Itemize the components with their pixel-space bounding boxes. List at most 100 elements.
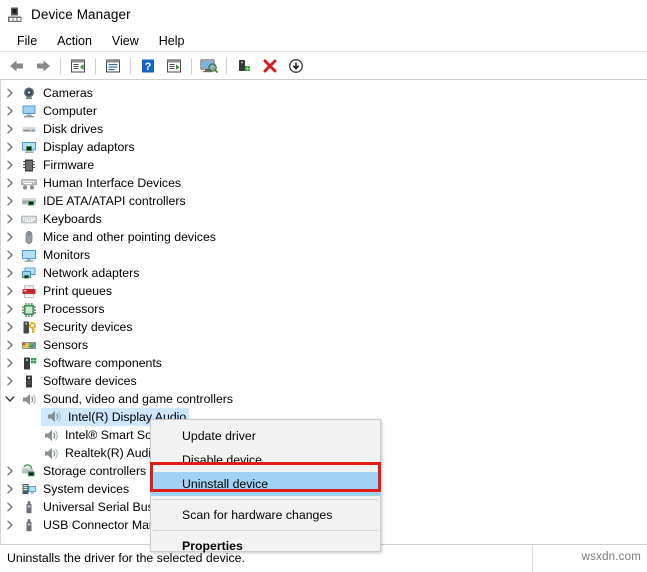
tree-item-content: Sensors xyxy=(19,338,88,353)
system-device-icon xyxy=(19,482,39,497)
tree-item[interactable]: Cameras xyxy=(1,84,647,102)
tree-item-label: Disk drives xyxy=(43,122,104,136)
keyboard-icon xyxy=(19,212,39,227)
speaker-icon xyxy=(41,428,61,443)
tree-item[interactable]: Firmware xyxy=(1,156,647,174)
tree-item-label: Human Interface Devices xyxy=(43,176,182,190)
tree-item-label: Keyboards xyxy=(43,212,102,226)
chevron-right-icon[interactable] xyxy=(1,502,19,512)
context-menu-separator-2 xyxy=(153,530,378,531)
device-view-button[interactable] xyxy=(162,55,186,77)
tree-item[interactable]: Sound, video and game controllers xyxy=(1,390,647,408)
tree-item-label: Firmware xyxy=(43,158,95,172)
chevron-right-icon[interactable] xyxy=(1,196,19,206)
toolbar-divider-5 xyxy=(226,57,227,74)
chevron-right-icon[interactable] xyxy=(1,358,19,368)
tree-item-label: Sensors xyxy=(43,338,89,352)
chevron-right-icon[interactable] xyxy=(1,520,19,530)
context-menu-item-uninstall-device[interactable]: Uninstall device xyxy=(151,472,380,496)
tree-item-content: Print queues xyxy=(19,284,112,299)
menu-item-file[interactable]: File xyxy=(8,32,48,50)
tree-item-label: System devices xyxy=(43,482,130,496)
tree-item[interactable]: Print queues xyxy=(1,282,647,300)
tree-item-content: Sound, video and game controllers xyxy=(19,392,233,407)
tree-item-content: Realtek(R) Audio xyxy=(41,446,158,461)
chevron-down-icon[interactable] xyxy=(1,395,19,403)
tree-item-label: Computer xyxy=(43,104,97,118)
chevron-right-icon[interactable] xyxy=(1,250,19,260)
tree-item-content: Software components xyxy=(19,356,162,371)
tree-item-content: Firmware xyxy=(19,158,94,173)
chevron-right-icon[interactable] xyxy=(1,124,19,134)
tree-item-label: Cameras xyxy=(43,86,93,100)
uninstall-device-button[interactable] xyxy=(258,55,282,77)
tree-item-label: Processors xyxy=(43,302,105,316)
chevron-right-icon[interactable] xyxy=(1,178,19,188)
scan-for-hardware-changes-button[interactable] xyxy=(197,55,221,77)
ide-controller-icon xyxy=(19,194,39,209)
sound-controller-icon xyxy=(19,392,39,407)
tree-item[interactable]: Software devices xyxy=(1,372,647,390)
disk-drive-icon xyxy=(19,122,39,137)
processor-icon xyxy=(19,302,39,317)
software-component-icon xyxy=(19,356,39,371)
watermark: wsxdn.com xyxy=(581,551,641,563)
title-bar: Device Manager xyxy=(0,0,647,29)
chevron-right-icon[interactable] xyxy=(1,286,19,296)
show-hidden-devices-button[interactable] xyxy=(66,55,90,77)
update-driver-button[interactable] xyxy=(232,55,256,77)
toolbar-divider-1 xyxy=(60,57,61,74)
computer-icon xyxy=(19,104,39,119)
context-menu-item-properties[interactable]: Properties xyxy=(151,534,380,558)
tree-item-label: Network adapters xyxy=(43,266,140,280)
tree-item[interactable]: Security devices xyxy=(1,318,647,336)
chevron-right-icon[interactable] xyxy=(1,142,19,152)
tree-item[interactable]: Disk drives xyxy=(1,120,647,138)
chevron-right-icon[interactable] xyxy=(1,160,19,170)
chevron-right-icon[interactable] xyxy=(1,376,19,386)
chevron-right-icon[interactable] xyxy=(1,340,19,350)
chevron-right-icon[interactable] xyxy=(1,466,19,476)
help-button[interactable]: ? xyxy=(136,55,160,77)
chevron-right-icon[interactable] xyxy=(1,88,19,98)
tree-item-content: Human Interface Devices xyxy=(19,176,181,191)
tree-item[interactable]: Mice and other pointing devices xyxy=(1,228,647,246)
software-device-icon xyxy=(19,374,39,389)
tree-item[interactable]: Software components xyxy=(1,354,647,372)
chevron-right-icon[interactable] xyxy=(1,232,19,242)
menu-item-help[interactable]: Help xyxy=(150,32,196,50)
context-menu-item-update-driver[interactable]: Update driver xyxy=(151,424,380,448)
printer-icon xyxy=(19,284,39,299)
menu-item-view[interactable]: View xyxy=(103,32,150,50)
tree-item[interactable]: Processors xyxy=(1,300,647,318)
tree-item-content: Mice and other pointing devices xyxy=(19,230,216,245)
chevron-right-icon[interactable] xyxy=(1,484,19,494)
chevron-right-icon[interactable] xyxy=(1,322,19,332)
tree-item[interactable]: Keyboards xyxy=(1,210,647,228)
tree-item[interactable]: Human Interface Devices xyxy=(1,174,647,192)
tree-item-label: Sound, video and game controllers xyxy=(43,392,234,406)
tree-item[interactable]: Computer xyxy=(1,102,647,120)
tree-item[interactable]: IDE ATA/ATAPI controllers xyxy=(1,192,647,210)
tree-item[interactable]: Network adapters xyxy=(1,264,647,282)
tree-item-content: Keyboards xyxy=(19,212,102,227)
back-button[interactable] xyxy=(5,55,29,77)
context-menu-item-scan-for-hardware-changes[interactable]: Scan for hardware changes xyxy=(151,503,380,527)
context-menu[interactable]: Update driver Disable device Uninstall d… xyxy=(150,419,381,553)
tree-item-content: Software devices xyxy=(19,374,137,389)
menu-item-action[interactable]: Action xyxy=(48,32,103,50)
chevron-right-icon[interactable] xyxy=(1,304,19,314)
properties-button[interactable] xyxy=(101,55,125,77)
disable-device-button[interactable] xyxy=(284,55,308,77)
context-menu-item-disable-device[interactable]: Disable device xyxy=(151,448,380,472)
tree-item-label: Software devices xyxy=(43,374,137,388)
window-title: Device Manager xyxy=(31,7,131,22)
chevron-right-icon[interactable] xyxy=(1,214,19,224)
tree-item[interactable]: Monitors xyxy=(1,246,647,264)
tree-item[interactable]: Display adaptors xyxy=(1,138,647,156)
toolbar-divider-4 xyxy=(191,57,192,74)
forward-button[interactable] xyxy=(31,55,55,77)
tree-item[interactable]: Sensors xyxy=(1,336,647,354)
chevron-right-icon[interactable] xyxy=(1,106,19,116)
chevron-right-icon[interactable] xyxy=(1,268,19,278)
